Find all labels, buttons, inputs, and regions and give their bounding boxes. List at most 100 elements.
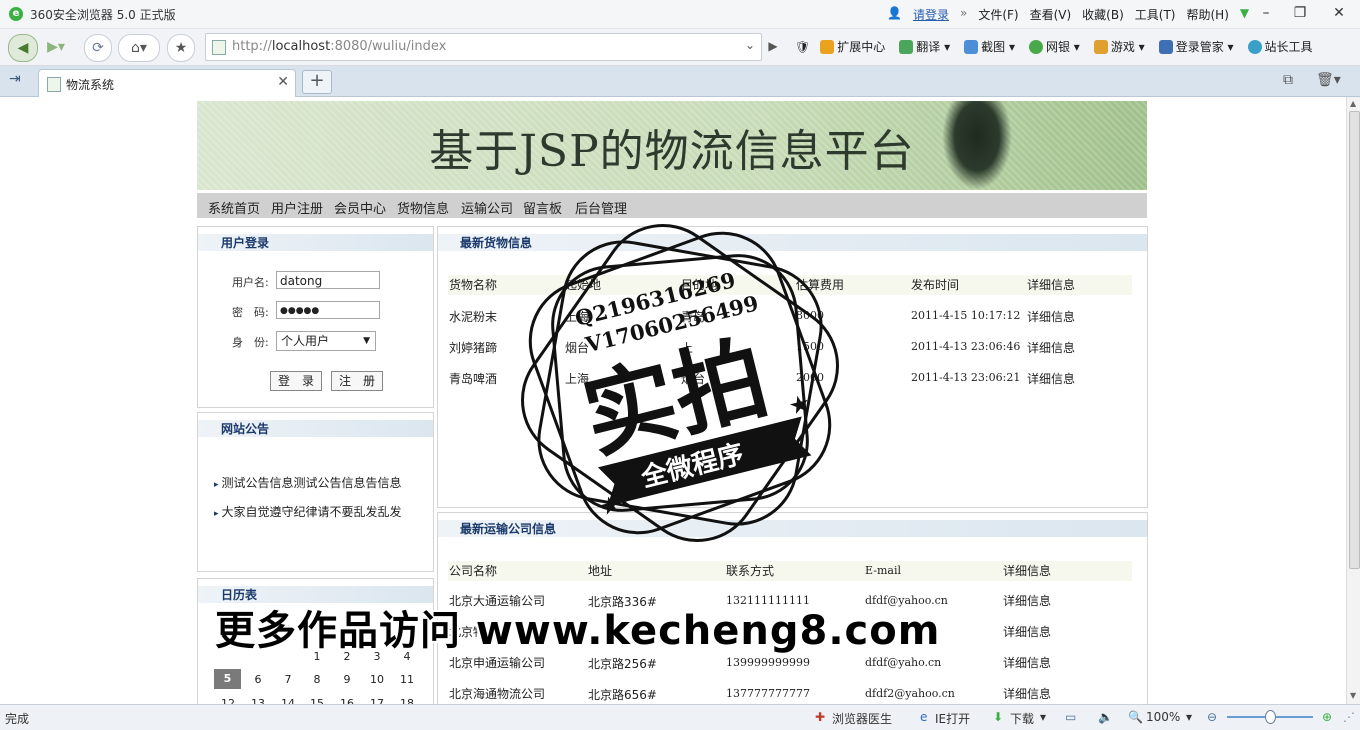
nav-register[interactable]: 用户注册 (271, 198, 323, 217)
ie-open-button[interactable]: IE打开 (935, 710, 970, 727)
goods-detail-link[interactable]: 详细信息 (1027, 339, 1075, 356)
goods-name: 水泥粉末 (449, 310, 498, 324)
goods-cost: 2000 (796, 371, 824, 384)
calendar-day[interactable]: 10 (366, 673, 388, 686)
close-window-button[interactable]: ✕ (1328, 4, 1350, 22)
announcement-item[interactable]: ▸ 测试公告信息测试公告信息告信息 (214, 474, 402, 491)
forward-arrow-icon[interactable]: ▶▾ (40, 34, 72, 60)
company-col-email: E-mail (865, 564, 901, 577)
zoom-out-icon[interactable]: ⊖ (1207, 710, 1217, 724)
goods-detail-link[interactable]: 详细信息 (1027, 308, 1075, 325)
announcement-panel-title: 网站公告 (221, 422, 270, 436)
toolbar-screenshot[interactable]: 截图 ▾ (964, 38, 1015, 55)
company-email: dfdf@yaho.cn (865, 656, 942, 669)
calendar-day[interactable]: 12 (217, 697, 239, 704)
restore-tab-icon[interactable]: ⧉ (1283, 72, 1293, 88)
skin-icon[interactable]: ▼ (1240, 6, 1249, 23)
trash-icon[interactable]: 🗑▾ (1316, 72, 1341, 88)
company-col-address: 地址 (588, 564, 613, 578)
chevron-down-icon[interactable]: ▾ (1186, 710, 1192, 724)
goods-detail-link[interactable]: 详细信息 (1027, 370, 1075, 387)
zoom-level[interactable]: 100% (1146, 710, 1180, 724)
nav-admin[interactable]: 后台管理 (575, 198, 627, 217)
page-icon (47, 77, 61, 92)
company-detail-link[interactable]: 详细信息 (1003, 592, 1051, 609)
calendar-day[interactable]: 9 (336, 673, 358, 686)
security-shield-icon[interactable]: 🛡 (795, 38, 810, 55)
toolbar-label: 翻译 (916, 40, 941, 54)
site-banner: 基于JSP的物流信息平台 (197, 101, 1147, 190)
company-detail-link[interactable]: 详细信息 (1003, 654, 1051, 671)
password-input[interactable]: ●●●●● (276, 301, 380, 319)
announcement-item[interactable]: ▸ 大家自觉遵守纪律请不要乱发乱发 (214, 503, 402, 520)
tab-logistics[interactable]: 物流系统 ✕ (38, 69, 296, 97)
home-icon[interactable]: ⌂▾ (118, 34, 160, 62)
calendar-day[interactable]: 14 (277, 697, 299, 704)
calendar-day[interactable]: 8 (306, 673, 328, 686)
scroll-down-icon[interactable]: ▼ (1350, 691, 1356, 700)
register-button[interactable]: 注 册 (331, 371, 383, 391)
download-button[interactable]: 下载 (1010, 710, 1034, 727)
toolbar-translate[interactable]: 翻译 ▾ (899, 38, 950, 55)
sidebar-toggle-icon[interactable]: ⇥ (9, 71, 21, 87)
toolbar-extensions[interactable]: 扩展中心 (820, 38, 885, 55)
username-input[interactable]: datong (276, 271, 380, 289)
chevron-down-icon[interactable]: ▾ (1040, 710, 1046, 724)
nav-messages[interactable]: 留言板 (523, 198, 562, 217)
restore-button[interactable]: ❐ (1289, 4, 1311, 22)
close-tab-icon[interactable]: ✕ (277, 74, 289, 90)
role-select[interactable]: 个人用户 ▼ (276, 331, 376, 351)
company-phone: 139999999999 (726, 656, 810, 669)
scrollbar-thumb[interactable] (1349, 111, 1360, 569)
menu-tools[interactable]: 工具(T) (1135, 6, 1176, 23)
calendar-today[interactable]: 5 (214, 669, 241, 689)
url-text[interactable]: http://localhost:8080/wuliu/index (232, 39, 446, 54)
login-link[interactable]: 请登录 (913, 6, 949, 23)
nav-home[interactable]: 系统首页 (208, 198, 260, 217)
toolbar-webmaster[interactable]: 站长工具 (1247, 38, 1313, 55)
favorite-star-icon[interactable]: ★ (167, 34, 195, 62)
browser-logo-icon: e (9, 7, 23, 21)
goods-time: 2011-4-13 23:06:46 (911, 340, 1021, 353)
goods-table-header: 货物名称 起始地 目的地 估算费用 发布时间 详细信息 (448, 275, 1132, 295)
nav-member-center[interactable]: 会员中心 (334, 198, 386, 217)
zoom-slider-handle[interactable] (1265, 710, 1276, 724)
scroll-up-icon[interactable]: ▲ (1350, 99, 1356, 108)
toolbar-banking[interactable]: 网银 ▾ (1028, 38, 1080, 55)
calendar-day[interactable]: 15 (306, 697, 328, 704)
minimize-button[interactable]: – (1255, 4, 1277, 22)
screen-icon[interactable]: ▭ (1065, 710, 1076, 724)
calendar-day[interactable]: 6 (247, 673, 269, 686)
calendar-day[interactable]: 11 (396, 673, 418, 686)
calendar-day[interactable]: 17 (366, 697, 388, 704)
toolbar-login-manager[interactable]: 登录管家 ▾ (1158, 38, 1234, 55)
address-bar[interactable]: http://localhost:8080/wuliu/index ⌄ (205, 33, 762, 61)
browser-title-bar: e 360安全浏览器 5.0 正式版 👤 请登录 » 文件(F) 查看(V) 收… (0, 0, 1360, 29)
goods-time: 2011-4-15 10:17:12 (911, 309, 1021, 322)
vertical-scrollbar[interactable]: ▲ ▼ (1346, 97, 1360, 704)
browser-menu: 👤 请登录 » 文件(F) 查看(V) 收藏(B) 工具(T) 帮助(H) ▼ (887, 6, 1260, 23)
company-detail-link[interactable]: 详细信息 (1003, 623, 1051, 640)
menu-view[interactable]: 查看(V) (1030, 6, 1072, 23)
nav-goods[interactable]: 货物信息 (397, 198, 449, 217)
nav-transport[interactable]: 运输公司 (461, 198, 513, 217)
refresh-icon[interactable]: ⟳ (84, 34, 112, 62)
zoom-in-icon[interactable]: ⊕ (1322, 710, 1332, 724)
company-detail-link[interactable]: 详细信息 (1003, 685, 1051, 702)
menu-file[interactable]: 文件(F) (978, 6, 1018, 23)
volume-icon[interactable]: 🔈 (1098, 710, 1113, 724)
login-button[interactable]: 登 录 (270, 371, 322, 391)
go-arrow-icon[interactable]: ▶ (763, 33, 783, 59)
url-dropdown-icon[interactable]: ⌄ (745, 38, 755, 52)
new-tab-button[interactable]: + (302, 70, 332, 94)
back-arrow-icon[interactable]: ◀ (8, 34, 38, 62)
calendar-day[interactable]: 16 (336, 697, 358, 704)
calendar-day[interactable]: 13 (247, 697, 269, 704)
calendar-day[interactable]: 18 (396, 697, 418, 704)
browser-doctor-button[interactable]: 浏览器医生 (832, 710, 892, 727)
menu-help[interactable]: 帮助(H) (1186, 6, 1228, 23)
calendar-day[interactable]: 7 (277, 673, 299, 686)
toolbar-games[interactable]: 游戏 ▾ (1093, 38, 1145, 55)
goods-name: 青岛啤酒 (449, 372, 498, 386)
menu-favorites[interactable]: 收藏(B) (1082, 6, 1124, 23)
